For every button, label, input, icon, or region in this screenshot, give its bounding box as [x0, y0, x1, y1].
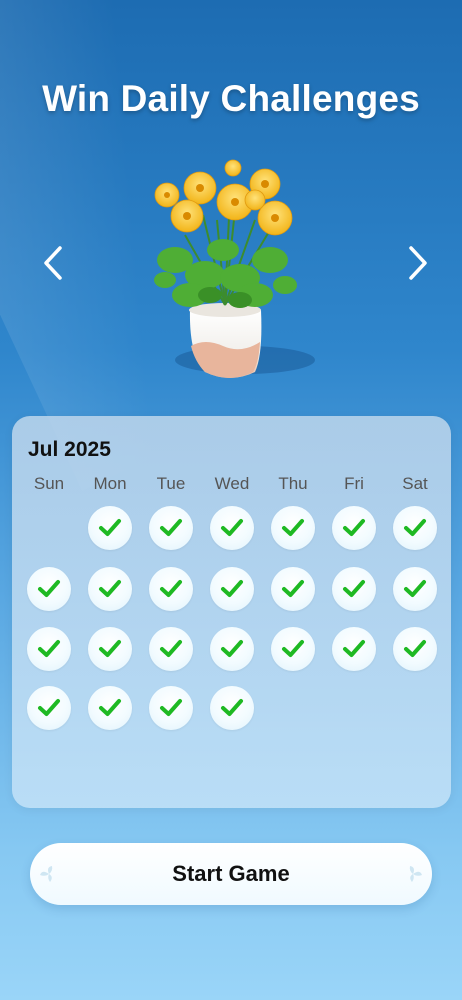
- calendar-day-completed[interactable]: [210, 686, 254, 730]
- calendar-day-completed[interactable]: [149, 567, 193, 611]
- next-button[interactable]: [398, 243, 438, 283]
- checkmark-icon: [99, 699, 121, 716]
- checkmark-icon: [99, 640, 121, 657]
- checkmark-icon: [99, 580, 121, 597]
- start-game-button[interactable]: Start Game: [30, 843, 432, 905]
- month-label: Jul 2025: [28, 438, 111, 461]
- checkmark-icon: [343, 519, 365, 536]
- checkmark-icon: [160, 580, 182, 597]
- weekday-wed: Wed: [214, 474, 250, 493]
- checkmark-icon: [343, 640, 365, 657]
- checkmark-icon: [221, 699, 243, 716]
- calendar-day-completed[interactable]: [210, 627, 254, 671]
- calendar-day-completed[interactable]: [27, 686, 71, 730]
- weekday-thu: Thu: [278, 474, 308, 493]
- calendar-day-completed[interactable]: [27, 627, 71, 671]
- checkmark-icon: [404, 580, 426, 597]
- checkmark-icon: [343, 580, 365, 597]
- calendar-day-completed[interactable]: [271, 567, 315, 611]
- checkmark-icon: [282, 640, 304, 657]
- checkmark-icon: [282, 580, 304, 597]
- chevron-left-icon: [44, 246, 62, 280]
- checkmark-icon: [160, 640, 182, 657]
- weekday-tue: Tue: [156, 474, 186, 493]
- calendar-day-completed[interactable]: [210, 567, 254, 611]
- checkmark-icon: [221, 519, 243, 536]
- weekday-fri: Fri: [344, 474, 364, 493]
- calendar-day-completed[interactable]: [149, 627, 193, 671]
- calendar-day-completed[interactable]: [88, 567, 132, 611]
- checkmark-icon: [221, 640, 243, 657]
- checkmark-icon: [160, 699, 182, 716]
- checkmark-icon: [404, 519, 426, 536]
- checkmark-icon: [38, 699, 60, 716]
- checkmark-icon: [282, 519, 304, 536]
- calendar-day-completed[interactable]: [332, 506, 376, 550]
- calendar-day-completed[interactable]: [271, 627, 315, 671]
- calendar-day-completed[interactable]: [210, 506, 254, 550]
- calendar-card: Jul 2025 Sun Mon Tue Wed Thu Fri Sat: [12, 416, 451, 808]
- chevron-right-icon: [409, 246, 427, 280]
- calendar-grid: [12, 506, 451, 796]
- calendar-day-completed[interactable]: [393, 567, 437, 611]
- checkmark-icon: [221, 580, 243, 597]
- calendar-day-completed[interactable]: [27, 567, 71, 611]
- checkmark-icon: [160, 519, 182, 536]
- checkmark-icon: [404, 640, 426, 657]
- prev-button[interactable]: [33, 243, 73, 283]
- calendar-day-completed[interactable]: [88, 627, 132, 671]
- calendar-day-completed[interactable]: [271, 506, 315, 550]
- page-title: Win Daily Challenges: [42, 78, 420, 119]
- checkmark-icon: [38, 580, 60, 597]
- calendar-day-completed[interactable]: [393, 627, 437, 671]
- calendar-day-completed[interactable]: [393, 506, 437, 550]
- calendar-day-completed[interactable]: [332, 567, 376, 611]
- weekday-sat: Sat: [402, 474, 428, 493]
- potted-flower-icon: [154, 159, 315, 378]
- start-game-label: Start Game: [172, 861, 290, 886]
- calendar-day-completed[interactable]: [88, 506, 132, 550]
- leaf-decoration-icon: [40, 866, 53, 882]
- calendar-day-completed[interactable]: [149, 686, 193, 730]
- calendar-day-completed[interactable]: [149, 506, 193, 550]
- checkmark-icon: [38, 640, 60, 657]
- weekday-sun: Sun: [33, 474, 65, 493]
- weekday-mon: Mon: [93, 474, 127, 493]
- checkmark-icon: [99, 519, 121, 536]
- calendar-day-completed[interactable]: [88, 686, 132, 730]
- leaf-decoration-icon: [409, 866, 422, 882]
- calendar-day-completed[interactable]: [332, 627, 376, 671]
